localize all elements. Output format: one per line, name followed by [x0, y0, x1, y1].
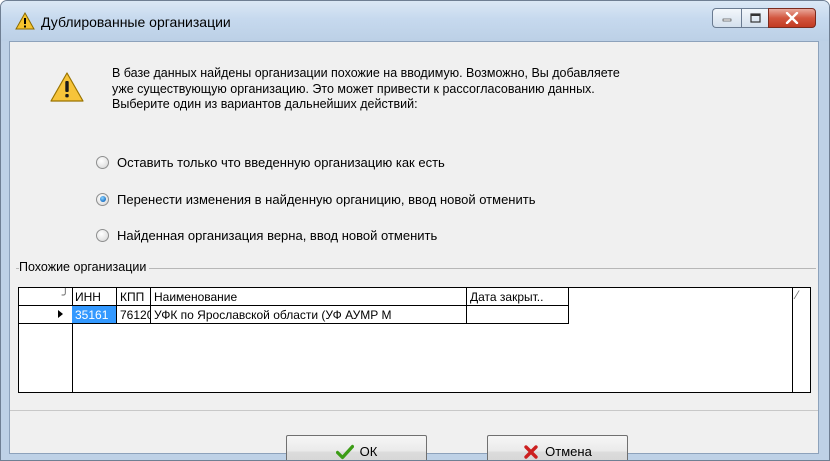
title-bar[interactable]: Дублированные организации — [1, 1, 829, 41]
row-indicator-column: ╯ — [19, 288, 73, 392]
cell-name[interactable]: УФК по Ярославской области (УФ АУМР М — [150, 305, 467, 324]
cross-icon — [524, 444, 538, 459]
column-header-inn[interactable]: ИНН — [72, 288, 117, 306]
option-transfer-changes[interactable]: Перенести изменения в найденную органици… — [96, 190, 535, 208]
dialog-body: В базе данных найдены организации похожи… — [9, 41, 819, 460]
ok-button[interactable]: ОК — [286, 435, 427, 460]
maximize-button[interactable] — [741, 8, 768, 28]
table-header-row: ИНН КПП Наименование Дата закрыт.. — [72, 288, 569, 306]
close-icon — [785, 12, 799, 24]
current-row-arrow-icon — [58, 310, 63, 318]
warning-icon — [50, 72, 84, 102]
radio-found-correct[interactable] — [96, 228, 109, 242]
ok-button-label: ОК — [359, 444, 378, 459]
message-line: В базе данных найдены организации похожи… — [112, 66, 620, 80]
close-button[interactable] — [768, 8, 816, 28]
option-label: Оставить только что введенную организаци… — [117, 154, 445, 170]
dialog-window: Дублированные организации В базе данных … — [0, 0, 830, 461]
cell-close-date[interactable] — [466, 305, 569, 324]
window-title: Дублированные организации — [41, 14, 231, 30]
radio-keep-new[interactable] — [96, 155, 109, 169]
column-header-name[interactable]: Наименование — [150, 288, 467, 306]
warning-message: В базе данных найдены организации похожи… — [112, 66, 792, 113]
cancel-button[interactable]: Отмена — [487, 435, 628, 460]
scroll-corner-icon: ⁄ — [796, 288, 799, 302]
cell-kpp[interactable]: 76120 — [116, 305, 151, 324]
checkmark-icon — [335, 444, 354, 459]
orgs-table: ИНН КПП Наименование Дата закрыт.. 35161… — [72, 288, 569, 324]
minimize-button[interactable] — [712, 8, 741, 28]
option-found-correct[interactable]: Найденная организация верна, ввод новой … — [96, 226, 437, 244]
maximize-icon — [749, 13, 761, 23]
indicator-header: ╯ — [19, 288, 72, 306]
grid-scrollbar[interactable]: ⁄ — [792, 288, 810, 392]
option-keep-new[interactable]: Оставить только что введенную организаци… — [96, 153, 445, 171]
minimize-icon — [722, 18, 732, 22]
message-line: уже существующую организацию. Это может … — [112, 81, 595, 96]
option-label: Найденная организация верна, ввод новой … — [117, 227, 438, 243]
cell-inn[interactable]: 35161 — [72, 305, 117, 324]
footer-divider — [10, 410, 818, 411]
column-header-close-date[interactable]: Дата закрыт.. — [466, 288, 569, 306]
option-label: Перенести изменения в найденную органици… — [117, 191, 536, 207]
cancel-button-label: Отмена — [545, 444, 592, 459]
message-line: Выберите один из вариантов дальнейших де… — [112, 97, 418, 111]
radio-transfer-changes[interactable] — [96, 192, 109, 206]
window-controls — [712, 8, 816, 28]
column-header-kpp[interactable]: КПП — [116, 288, 151, 306]
warning-icon — [15, 12, 35, 30]
similar-orgs-grid[interactable]: ╯ ИНН КПП Наименование Дата закрыт.. 351… — [18, 287, 811, 393]
row-indicator[interactable] — [19, 306, 72, 324]
group-label: Похожие организации — [19, 260, 150, 274]
table-row[interactable]: 35161 76120 УФК по Ярославской области (… — [72, 305, 569, 324]
